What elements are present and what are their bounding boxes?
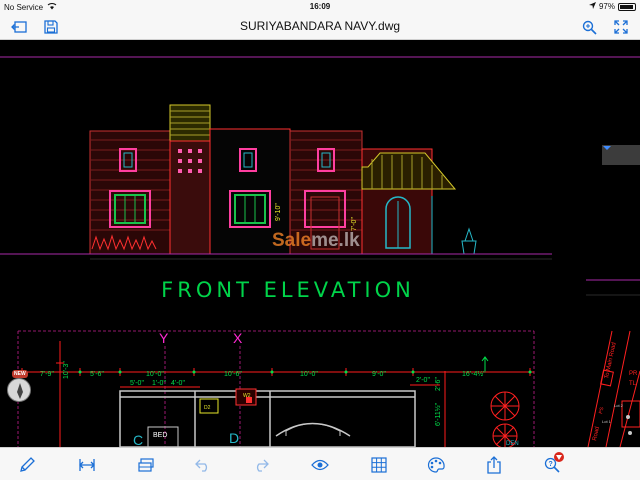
redo-icon[interactable] <box>251 455 271 475</box>
grid-label-x: X <box>233 330 243 346</box>
dim-second-2: 1'-0" <box>152 380 166 387</box>
title-bar: SURIYABANDARA NAVY.dwg <box>0 14 640 40</box>
side-panel-toggle[interactable] <box>602 145 640 165</box>
dim-vertical-5: 2'-6" <box>435 377 442 391</box>
drawing-canvas[interactable]: 9'-10" 7'-0" Saleme.lk FRONT ELEVATION Y… <box>0 41 640 447</box>
battery-icon <box>618 2 636 11</box>
road-label: Road <box>592 426 601 441</box>
grid-icon[interactable] <box>369 455 389 475</box>
lot-label-1: Lot 1 <box>602 419 612 424</box>
floor-plan: Y X 7'-9" 5'-6" 10'-0" 10'-6" 10'-0" 9'-… <box>17 330 640 447</box>
lot-label-2: Lot 2 <box>614 403 624 408</box>
battery-percent: 97% <box>598 2 615 11</box>
dim-top-3: 10'-0" <box>146 371 164 378</box>
dim-second-4: 2'-0" <box>416 377 430 384</box>
room-label-d: D <box>229 430 239 446</box>
file-title: SURIYABANDARA NAVY.dwg <box>239 19 401 33</box>
help-icon[interactable]: ? <box>542 452 564 475</box>
pencil-icon[interactable] <box>17 455 37 475</box>
bottom-toolbar: ? <box>0 447 640 480</box>
status-right: 97% <box>588 2 636 11</box>
cad-drawing: 9'-10" 7'-0" Saleme.lk FRONT ELEVATION Y… <box>0 56 640 447</box>
dim-vertical-4: 6'-11½" <box>434 402 442 426</box>
tower-body <box>169 140 211 255</box>
grid-label-y: Y <box>159 330 169 346</box>
door-label-d2: D2 <box>204 405 211 411</box>
dim-vertical-3: 10'-3" <box>63 361 70 379</box>
compass-widget[interactable] <box>7 378 31 402</box>
dim-top-5: 10'-0" <box>300 371 318 378</box>
share-icon[interactable] <box>484 455 504 475</box>
elevation-heading: FRONT ELEVATION <box>161 278 415 302</box>
palette-icon[interactable] <box>426 455 446 475</box>
search-icon[interactable] <box>580 18 598 36</box>
svg-text:?: ? <box>549 461 553 468</box>
fullscreen-icon[interactable] <box>612 18 630 36</box>
undo-icon[interactable] <box>193 455 213 475</box>
dim-top-1: 7'-9" <box>40 371 54 378</box>
road-label-tl: TL <box>629 381 637 387</box>
dim-vertical-2: 7'-0" <box>351 217 358 231</box>
dim-top-7: 16'-4½" <box>462 370 486 378</box>
status-time: 16:09 <box>309 2 331 11</box>
notification-badge <box>554 452 564 462</box>
arched-opening <box>275 422 351 437</box>
new-badge: NEW <box>12 370 28 378</box>
pot-plant <box>461 227 477 255</box>
measure-icon[interactable] <box>77 455 97 475</box>
room-name-bed: BED <box>153 432 167 439</box>
dim-vertical-1: 9'-10" <box>275 203 282 221</box>
dim-second-3: 4'-0" <box>171 380 185 387</box>
dim-second-1: 5'-0" <box>130 380 144 387</box>
watermark: Saleme.lk <box>272 230 360 251</box>
road-label-ps: PS <box>598 406 605 414</box>
dim-top-4: 10'-6" <box>224 371 242 378</box>
porch-roof <box>361 152 457 190</box>
status-bar: No Service 16:09 97% <box>0 0 640 14</box>
room-label-c: C <box>133 432 143 447</box>
road-label-pr: PR <box>629 371 638 377</box>
layers-icon[interactable] <box>136 455 156 475</box>
tree-symbol <box>490 391 520 447</box>
location-icon <box>588 2 596 11</box>
dim-top-2: 5'-6" <box>90 371 104 378</box>
eye-icon[interactable] <box>310 455 330 475</box>
dim-top-6: 9'-0" <box>372 371 386 378</box>
